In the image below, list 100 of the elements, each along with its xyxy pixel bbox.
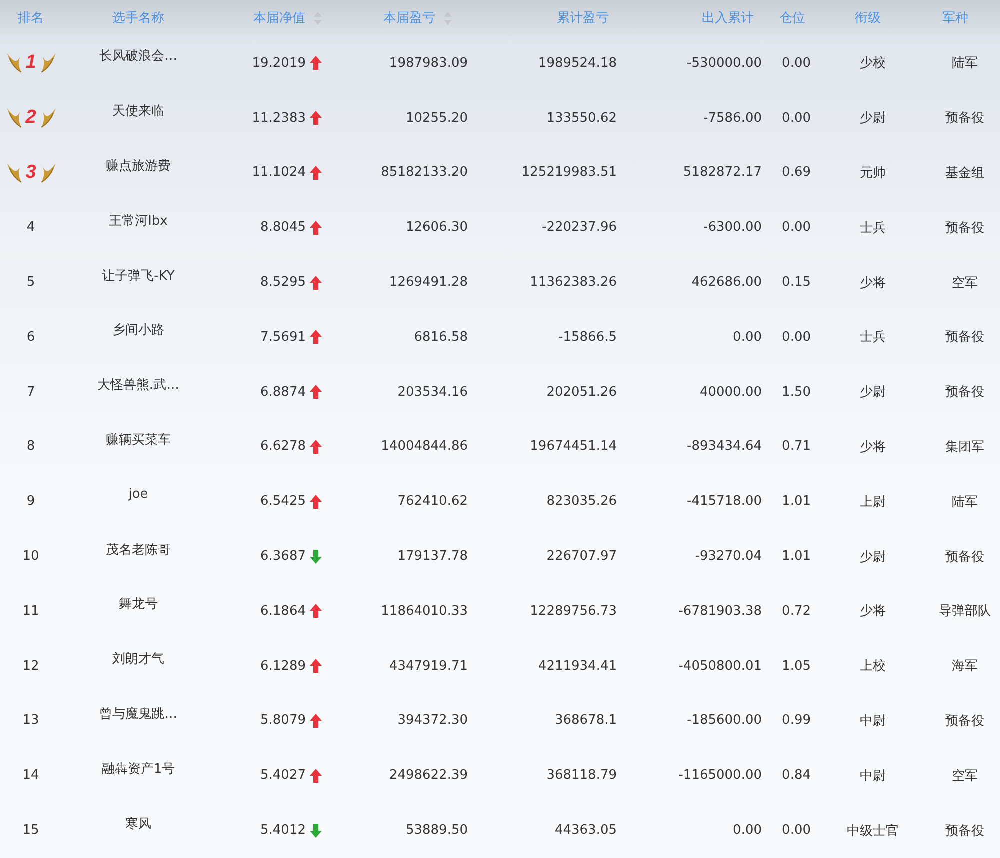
- total-profit: 44363.05: [554, 823, 618, 838]
- total-profit: 4211934.41: [537, 658, 618, 674]
- rank-title: 士兵: [859, 329, 887, 346]
- period-profit: 85182133.20: [380, 165, 469, 180]
- rank-title: 少尉: [859, 110, 887, 128]
- net-flow: -1165000.00: [678, 768, 763, 784]
- period-profit: 11864010.33: [380, 604, 469, 619]
- rank-title: 上尉: [859, 494, 887, 511]
- position-ratio: 0.00: [781, 110, 812, 126]
- column-header: 衔级: [855, 10, 881, 27]
- total-profit: 368678.1: [554, 713, 618, 728]
- rank-number: 13: [22, 713, 40, 728]
- period-profit: 203534.16: [396, 384, 469, 400]
- column-header: 选手名称: [112, 10, 164, 27]
- net-flow: -6781903.38: [678, 604, 763, 619]
- net-value: 11.1024: [251, 165, 307, 180]
- net-value: 11.2383: [251, 110, 307, 126]
- service-branch: 陆军: [951, 494, 979, 511]
- column-header: 排名: [18, 10, 44, 27]
- rank-number: 9: [26, 494, 36, 510]
- player-name: 长风破浪会…: [98, 48, 178, 66]
- column-header: 本届盈亏: [384, 10, 436, 27]
- total-profit: 226707.97: [546, 549, 618, 564]
- period-profit: 10255.20: [404, 110, 469, 126]
- rank-number: 11: [22, 604, 40, 619]
- total-profit: 19674451.14: [529, 439, 618, 454]
- service-branch: 集团军: [944, 438, 986, 456]
- rank-number: 10: [22, 549, 40, 564]
- service-branch: 预备役: [944, 220, 986, 237]
- rank-number: 2: [26, 107, 36, 130]
- rank-title: 士兵: [859, 220, 887, 237]
- net-flow: -4050800.01: [678, 658, 763, 674]
- rank-number: 12: [22, 658, 40, 674]
- rank-number: 1: [26, 52, 36, 74]
- net-flow: -7586.00: [702, 110, 763, 126]
- position-ratio: 0.84: [781, 768, 812, 784]
- period-profit: 1987983.09: [388, 56, 469, 71]
- net-flow: -415718.00: [686, 494, 763, 510]
- position-ratio: 0.69: [781, 165, 812, 180]
- service-branch: 预备役: [944, 329, 986, 346]
- net-value: 7.5691: [260, 330, 307, 345]
- rank-number: 14: [22, 768, 40, 784]
- rank-title: 中尉: [859, 712, 887, 730]
- net-value: 5.8079: [260, 713, 307, 728]
- period-profit: 6816.58: [413, 330, 469, 345]
- net-value: 6.3687: [260, 549, 307, 564]
- position-ratio: 0.99: [781, 713, 812, 728]
- rank-title: 少尉: [859, 384, 887, 402]
- net-value: 19.2019: [251, 56, 307, 71]
- service-branch: 空军: [951, 274, 979, 292]
- total-profit: 1989524.18: [537, 56, 618, 71]
- rank-title: 少将: [859, 438, 887, 456]
- player-name: 乡间小路: [112, 322, 166, 340]
- player-name: 曾与魔鬼跳…: [98, 706, 178, 724]
- rank-number: 7: [26, 384, 36, 400]
- service-branch: 海军: [951, 658, 979, 676]
- net-flow: -93270.04: [694, 549, 763, 564]
- total-profit: 202051.26: [546, 384, 618, 400]
- period-profit: 4347919.71: [388, 658, 469, 674]
- rank-title: 元帅: [859, 164, 887, 182]
- net-value: 5.4027: [260, 768, 307, 784]
- net-value: 6.1289: [260, 658, 307, 674]
- total-profit: -15866.5: [558, 330, 618, 345]
- service-branch: 空军: [951, 768, 979, 785]
- rank-number: 8: [26, 439, 36, 454]
- total-profit: 823035.26: [546, 494, 618, 510]
- player-name: 赚点旅游费: [105, 158, 172, 176]
- total-profit: -220237.96: [541, 220, 618, 236]
- net-flow: -893434.64: [686, 439, 763, 454]
- rank-number: 4: [26, 220, 36, 236]
- rank-title: 少将: [859, 274, 887, 292]
- service-branch: 预备役: [944, 548, 986, 566]
- net-flow: -6300.00: [702, 220, 763, 236]
- player-name: 让子弹飞-KY: [101, 268, 176, 286]
- period-profit: 53889.50: [404, 823, 469, 838]
- service-branch: 陆军: [951, 55, 979, 72]
- total-profit: 11362383.26: [529, 275, 618, 290]
- net-value: 6.1864: [260, 604, 307, 619]
- net-value: 8.5295: [260, 275, 307, 290]
- player-name: 茂名老陈哥: [105, 542, 172, 560]
- position-ratio: 0.00: [781, 823, 812, 838]
- period-profit: 2498622.39: [388, 768, 469, 784]
- net-value: 8.8045: [260, 220, 307, 236]
- player-name: joe: [128, 487, 150, 504]
- column-header: 出入累计: [702, 10, 754, 27]
- rank-number: 6: [26, 330, 36, 345]
- position-ratio: 1.01: [781, 549, 812, 564]
- service-branch: 基金组: [944, 164, 986, 182]
- total-profit: 133550.62: [546, 110, 618, 126]
- position-ratio: 1.01: [781, 494, 812, 510]
- net-flow: 462686.00: [690, 275, 763, 290]
- position-ratio: 0.72: [781, 604, 812, 619]
- column-header: 军种: [942, 10, 968, 27]
- player-name: 赚辆买菜车: [105, 432, 172, 450]
- net-flow: 5182872.17: [682, 165, 763, 180]
- player-name: 刘朗才气: [112, 651, 166, 670]
- column-header: 累计盈亏: [557, 10, 609, 27]
- period-profit: 394372.30: [396, 713, 469, 728]
- rank-title: 少校: [859, 55, 887, 72]
- rank-title: 中尉: [859, 768, 887, 785]
